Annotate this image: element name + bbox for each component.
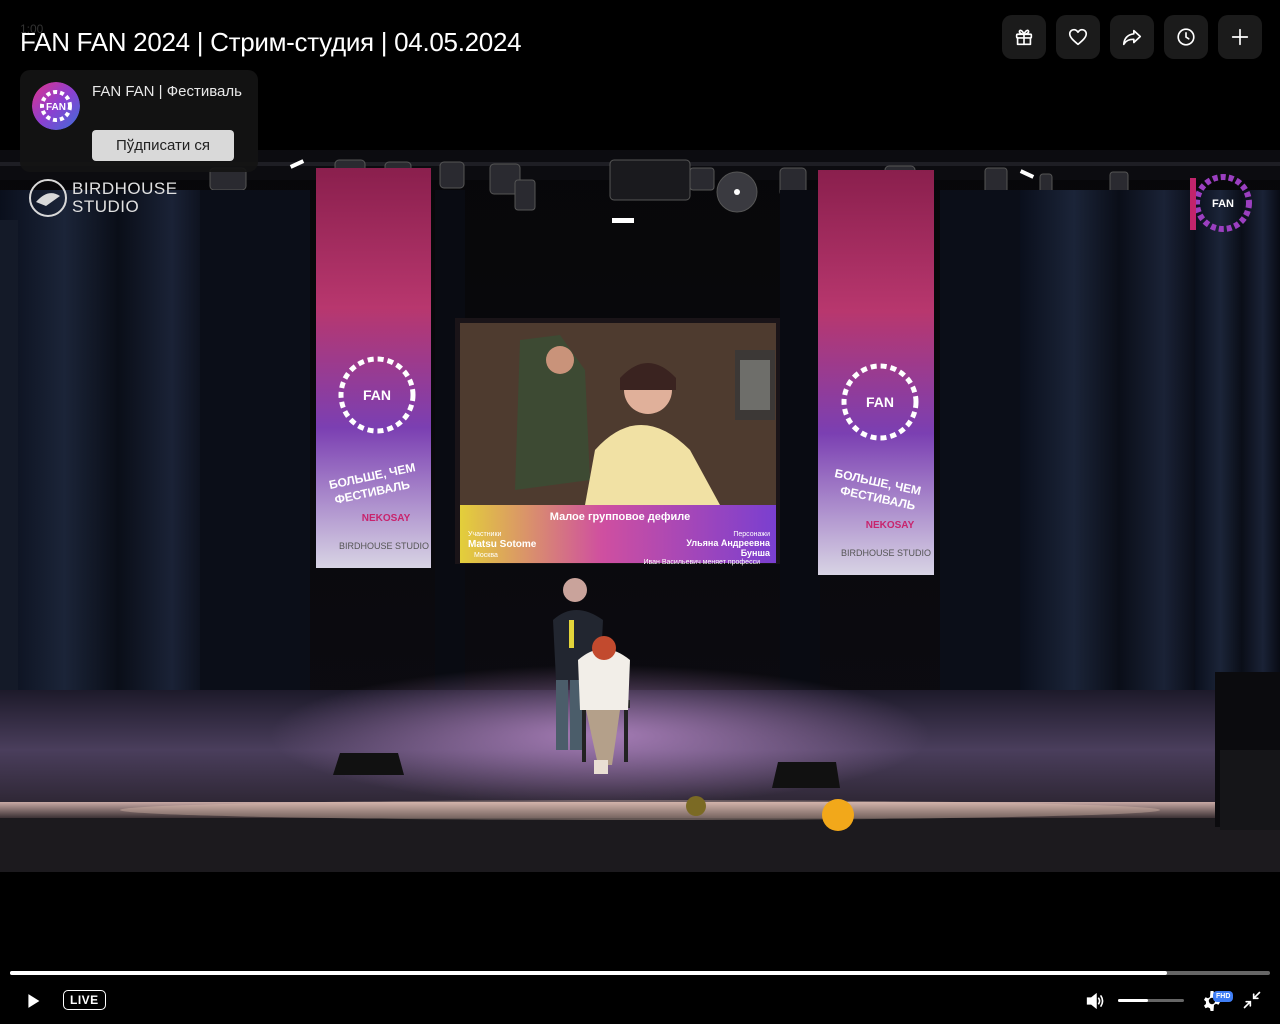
watch-later-button[interactable] [1164, 15, 1208, 59]
projection-screen: Малое групповое дефиле Участники Matsu S… [455, 318, 780, 566]
live-badge[interactable]: LIVE [63, 990, 106, 1010]
video-frame[interactable]: FAN БОЛЬШЕ, ЧЕМ ФЕСТИВАЛЬ NEKOSAY BIRDHO… [0, 0, 1280, 1024]
svg-text:Ульяна Андреевна: Ульяна Андреевна [686, 538, 771, 548]
exit-fullscreen-icon[interactable] [1242, 990, 1262, 1010]
volume-level [1118, 999, 1148, 1002]
svg-text:Персонажи: Персонажи [733, 531, 770, 538]
share-button[interactable] [1110, 15, 1154, 59]
svg-text:BIRDHOUSE STUDIO: BIRDHOUSE STUDIO [841, 548, 931, 558]
stage-scene: FAN БОЛЬШЕ, ЧЕМ ФЕСТИВАЛЬ NEKOSAY BIRDHO… [0, 150, 1280, 872]
volume-icon[interactable] [1084, 990, 1106, 1012]
heart-icon [1068, 28, 1088, 46]
progress-played [10, 971, 1167, 975]
svg-text:FAN: FAN [1212, 198, 1234, 210]
channel-name[interactable]: FAN FAN | Фестиваль [92, 83, 242, 101]
svg-text:Бунша: Бунша [741, 548, 771, 558]
video-title: FAN FAN 2024 | Стрим-студия | 04.05.2024 [20, 27, 522, 57]
channel-card: FAN FAN FAN | Фестиваль Пўдписати ся [20, 70, 258, 172]
gift-button[interactable] [1002, 15, 1046, 59]
like-button[interactable] [1056, 15, 1100, 59]
svg-text:BIRDHOUSE: BIRDHOUSE [72, 179, 178, 198]
banner-left: FAN БОЛЬШЕ, ЧЕМ ФЕСТИВАЛЬ NEKOSAY BIRDHO… [316, 168, 431, 568]
svg-text:Малое групповое дефиле: Малое групповое дефиле [550, 511, 690, 523]
gift-icon [1015, 29, 1033, 46]
svg-text:Москва: Москва [474, 552, 498, 559]
watch-later-icon [1177, 28, 1195, 46]
subscribe-button[interactable]: Пўдписати ся [92, 130, 234, 161]
video-actions [1002, 15, 1262, 59]
svg-text:NEKOSAY: NEKOSAY [866, 520, 915, 531]
svg-text:FAN: FAN [46, 102, 66, 113]
svg-text:STUDIO: STUDIO [72, 197, 139, 216]
share-icon [1122, 29, 1142, 46]
svg-text:Участники: Участники [468, 531, 502, 538]
svg-text:Matsu Sotome: Matsu Sotome [468, 539, 537, 550]
svg-text:Иван Васильевич меняет професс: Иван Васильевич меняет професси [643, 559, 760, 566]
svg-text:FAN: FAN [866, 394, 894, 410]
volume-slider[interactable] [1118, 999, 1184, 1002]
svg-text:FAN: FAN [363, 387, 391, 403]
quality-badge: FHD [1213, 991, 1234, 1002]
banner-right: FAN БОЛЬШЕ, ЧЕМ ФЕСТИВАЛЬ NEKOSAY BIRDHO… [818, 170, 934, 575]
svg-text:NEKOSAY: NEKOSAY [362, 513, 411, 524]
progress-bar[interactable] [10, 971, 1270, 975]
player-controls: LIVE FHD [0, 980, 1280, 1024]
add-to-playlist-button[interactable] [1218, 15, 1262, 59]
play-icon[interactable] [22, 990, 44, 1012]
svg-text:BIRDHOUSE STUDIO: BIRDHOUSE STUDIO [339, 541, 429, 551]
channel-avatar[interactable]: FAN [32, 82, 80, 130]
add-icon [1231, 28, 1249, 46]
